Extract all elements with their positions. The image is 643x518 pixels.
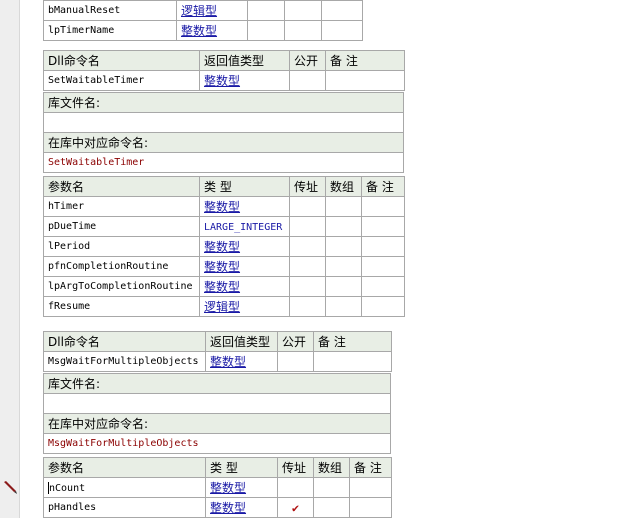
by-ref-header: 传址 [277, 457, 314, 478]
param-type-cell[interactable]: 整数型 [176, 20, 248, 41]
remark-header: 备 注 [325, 50, 405, 71]
remark-cell[interactable] [313, 351, 392, 372]
param-name-cell[interactable]: bManualReset [43, 0, 177, 21]
lib-cmd-header: 在库中对应命令名: [43, 132, 404, 153]
param-type-cell[interactable]: LARGE_INTEGER [199, 216, 290, 237]
param-type-cell[interactable]: 逻辑型 [199, 296, 290, 317]
param-name-cell[interactable]: pDueTime [43, 216, 200, 237]
lib-cmd-cell[interactable]: MsgWaitForMultipleObjects [43, 433, 391, 454]
param-name-cell[interactable]: pfnCompletionRoutine [43, 256, 200, 277]
dll-params-table-2: 参数名 类 型 传址 数组 备 注 nCount 整数型 pHandles 整数… [43, 457, 392, 518]
lib-cmd-header: 在库中对应命令名: [43, 413, 391, 434]
table-row: lpArgToCompletionRoutine 整数型 [43, 276, 405, 297]
table-row: pHandles 整数型 ✔ [43, 497, 392, 518]
dll-header-table-1: Dll命令名 返回值类型 公开 备 注 SetWaitableTimer 整数型 [43, 50, 405, 91]
remark-cell[interactable] [349, 477, 392, 498]
dll-name-header: Dll命令名 [43, 331, 206, 352]
by-ref-cell[interactable] [289, 196, 326, 217]
array-cell[interactable] [325, 296, 362, 317]
param-type-cell[interactable]: 整数型 [205, 497, 278, 518]
remark-cell[interactable] [349, 497, 392, 518]
left-gutter [0, 0, 20, 518]
remark-cell[interactable] [325, 70, 405, 91]
table-row: pfnCompletionRoutine 整数型 [43, 256, 405, 277]
dll-lib-table-1: 库文件名: 在库中对应命令名: SetWaitableTimer [43, 92, 404, 173]
table-row: hTimer 整数型 [43, 196, 405, 217]
by-ref-cell[interactable] [289, 296, 326, 317]
dll-name-cell[interactable]: MsgWaitForMultipleObjects [43, 351, 206, 372]
dll-name-cell[interactable]: SetWaitableTimer [43, 70, 200, 91]
array-header: 数组 [313, 457, 350, 478]
remark-header: 备 注 [349, 457, 392, 478]
param-type-cell[interactable]: 整数型 [199, 196, 290, 217]
array-cell[interactable] [313, 497, 350, 518]
table-row: lPeriod 整数型 [43, 236, 405, 257]
public-cell[interactable] [277, 351, 314, 372]
table-row: nCount 整数型 [43, 477, 392, 498]
by-ref-cell[interactable] [289, 236, 326, 257]
lib-file-cell[interactable] [43, 393, 391, 414]
type-header: 类 型 [205, 457, 278, 478]
by-ref-cell[interactable] [289, 256, 326, 277]
dll-lib-table-2: 库文件名: 在库中对应命令名: MsgWaitForMultipleObject… [43, 373, 391, 454]
remark-cell[interactable] [361, 196, 405, 217]
by-ref-cell[interactable] [277, 477, 314, 498]
remark-cell[interactable] [361, 276, 405, 297]
array-cell[interactable] [325, 216, 362, 237]
param-name-cell[interactable]: nCount [43, 477, 206, 498]
check-icon: ✔ [291, 500, 300, 515]
param-type-cell[interactable]: 逻辑型 [176, 0, 248, 21]
remark-header: 备 注 [313, 331, 392, 352]
dll-params-table-1: 参数名 类 型 传址 数组 备 注 hTimer 整数型 pDueTime LA… [43, 176, 405, 317]
lib-file-header: 库文件名: [43, 373, 391, 394]
table-row: fResume 逻辑型 [43, 296, 405, 317]
param-name-cell[interactable]: fResume [43, 296, 200, 317]
lib-file-header: 库文件名: [43, 92, 404, 113]
param-name-cell[interactable]: lPeriod [43, 236, 200, 257]
pencil-icon [4, 481, 17, 494]
top-params-table: bManualReset 逻辑型 lpTimerName 整数型 [43, 0, 363, 41]
return-type-header: 返回值类型 [199, 50, 290, 71]
public-header: 公开 [289, 50, 326, 71]
param-type-cell[interactable]: 整数型 [199, 276, 290, 297]
dll-header-table-2: Dll命令名 返回值类型 公开 备 注 MsgWaitForMultipleOb… [43, 331, 392, 372]
param-type-cell[interactable]: 整数型 [199, 236, 290, 257]
by-ref-cell[interactable] [289, 216, 326, 237]
return-type-header: 返回值类型 [205, 331, 278, 352]
table-row: pDueTime LARGE_INTEGER [43, 216, 405, 237]
array-cell[interactable] [325, 236, 362, 257]
param-type-cell[interactable]: 整数型 [205, 477, 278, 498]
by-ref-header: 传址 [289, 176, 326, 197]
array-header: 数组 [325, 176, 362, 197]
param-name-cell[interactable]: hTimer [43, 196, 200, 217]
table-row: bManualReset 逻辑型 [43, 0, 363, 21]
return-type-cell[interactable]: 整数型 [199, 70, 290, 91]
param-name-cell[interactable]: lpTimerName [43, 20, 177, 41]
remark-cell[interactable] [361, 256, 405, 277]
dll-name-header: Dll命令名 [43, 50, 200, 71]
param-name-header: 参数名 [43, 457, 206, 478]
param-name-cell[interactable]: pHandles [43, 497, 206, 518]
return-type-cell[interactable]: 整数型 [205, 351, 278, 372]
array-cell[interactable] [325, 276, 362, 297]
lib-cmd-cell[interactable]: SetWaitableTimer [43, 152, 404, 173]
table-row: lpTimerName 整数型 [43, 20, 363, 41]
public-cell[interactable] [289, 70, 326, 91]
by-ref-cell[interactable] [289, 276, 326, 297]
param-name-header: 参数名 [43, 176, 200, 197]
array-cell[interactable] [325, 256, 362, 277]
remark-cell[interactable] [361, 216, 405, 237]
remark-cell[interactable] [361, 236, 405, 257]
lib-file-cell[interactable] [43, 112, 404, 133]
type-header: 类 型 [199, 176, 290, 197]
param-type-cell[interactable]: 整数型 [199, 256, 290, 277]
remark-cell[interactable] [361, 296, 405, 317]
array-cell[interactable] [325, 196, 362, 217]
public-header: 公开 [277, 331, 314, 352]
remark-header: 备 注 [361, 176, 405, 197]
array-cell[interactable] [313, 477, 350, 498]
by-ref-cell[interactable]: ✔ [277, 497, 314, 518]
param-name-cell[interactable]: lpArgToCompletionRoutine [43, 276, 200, 297]
